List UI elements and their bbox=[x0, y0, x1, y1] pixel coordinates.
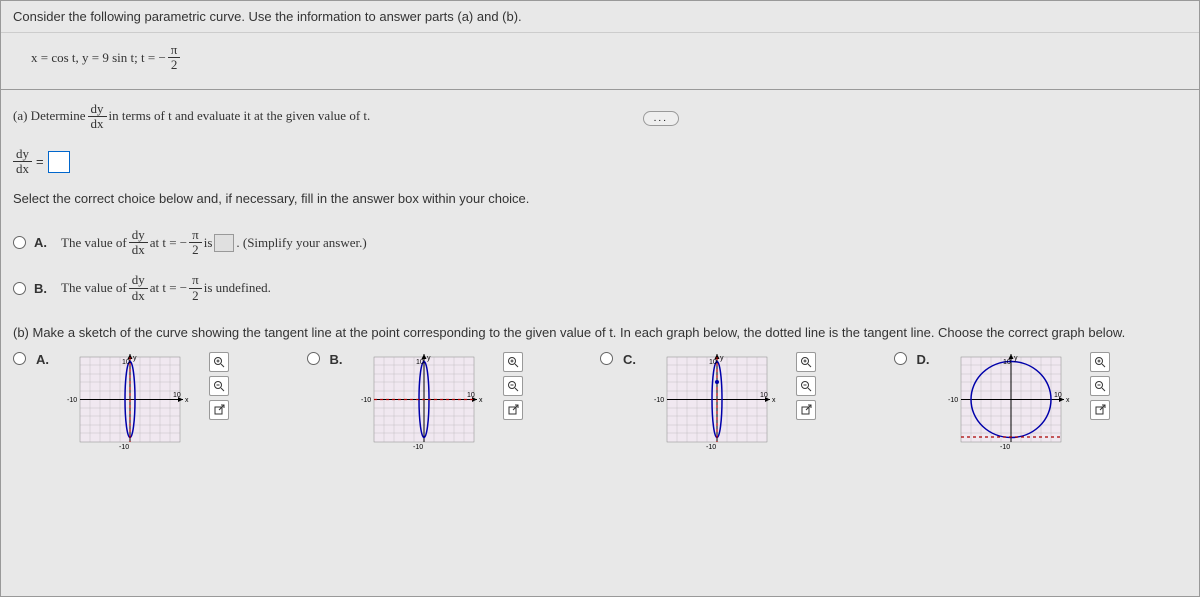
equation-block: x = cos t, y = 9 sin t; t = − π 2 bbox=[1, 33, 1199, 90]
answer-input-main[interactable] bbox=[48, 151, 70, 173]
choice-a-letter: A. bbox=[34, 235, 47, 250]
svg-text:x: x bbox=[1066, 397, 1070, 404]
svg-text:10: 10 bbox=[709, 359, 717, 366]
problem-prompt: Consider the following parametric curve.… bbox=[1, 1, 1199, 33]
ellipsis-button[interactable]: ... bbox=[643, 111, 679, 126]
dy-dx-fraction-2: dy dx bbox=[13, 147, 32, 177]
zoom-in-b[interactable] bbox=[503, 352, 523, 372]
popout-b[interactable] bbox=[503, 400, 523, 420]
choice-b-before: The value of bbox=[61, 280, 127, 296]
graph-d-plot: y x 10 -10 -10 10 bbox=[946, 352, 1076, 452]
radio-graph-b[interactable] bbox=[307, 352, 320, 365]
svg-text:10: 10 bbox=[122, 359, 130, 366]
svg-text:y: y bbox=[427, 355, 431, 362]
zoom-out-a[interactable] bbox=[209, 376, 229, 396]
svg-text:x: x bbox=[185, 397, 189, 404]
graph-d-letter: D. bbox=[917, 352, 930, 367]
radio-graph-a[interactable] bbox=[13, 352, 26, 365]
choice-b-dydx: dy dx bbox=[129, 273, 148, 303]
zoom-out-c[interactable] bbox=[796, 376, 816, 396]
part-a-tail: in terms of t and evaluate it at the giv… bbox=[109, 108, 371, 124]
fraction-pi-over-2: π 2 bbox=[168, 43, 181, 73]
choice-a-dydx: dy dx bbox=[129, 228, 148, 258]
svg-text:-10: -10 bbox=[1000, 444, 1010, 451]
zoom-out-d[interactable] bbox=[1090, 376, 1110, 396]
zoom-in-a[interactable] bbox=[209, 352, 229, 372]
svg-text:-10: -10 bbox=[361, 397, 371, 404]
zoom-in-d[interactable] bbox=[1090, 352, 1110, 372]
graph-option-c: C. y x 10 -10 -10 bbox=[600, 352, 894, 452]
graph-c-plot: y x 10 -10 -10 10 bbox=[652, 352, 782, 452]
radio-choice-a[interactable] bbox=[13, 236, 26, 249]
radio-graph-d[interactable] bbox=[894, 352, 907, 365]
svg-text:10: 10 bbox=[760, 392, 768, 399]
part-a-label: (a) Determine bbox=[13, 108, 86, 124]
graph-option-b: B. y x 10 -10 -10 10 bbox=[307, 352, 601, 452]
graph-a-letter: A. bbox=[36, 352, 49, 367]
svg-text:-10: -10 bbox=[948, 397, 958, 404]
graph-b-letter: B. bbox=[330, 352, 343, 367]
equation-prefix: x = cos t, y = 9 sin t; t = − bbox=[31, 50, 166, 66]
choices: A. The value of dy dx at t = − π 2 is . … bbox=[1, 216, 1199, 315]
choice-a-mid1: at t = − bbox=[150, 235, 187, 251]
svg-text:-10: -10 bbox=[706, 444, 716, 451]
choice-a-row: A. The value of dy dx at t = − π 2 is . … bbox=[13, 220, 1187, 266]
answer-input-choice-a[interactable] bbox=[214, 234, 234, 252]
svg-text:-10: -10 bbox=[654, 397, 664, 404]
radio-graph-c[interactable] bbox=[600, 352, 613, 365]
prompt-text: Consider the following parametric curve.… bbox=[13, 9, 522, 24]
svg-text:-10: -10 bbox=[119, 444, 129, 451]
choice-a-pi2: π 2 bbox=[189, 228, 202, 258]
graph-c-letter: C. bbox=[623, 352, 636, 367]
svg-text:10: 10 bbox=[1003, 359, 1011, 366]
equals-sign: = bbox=[36, 154, 44, 169]
svg-text:-10: -10 bbox=[67, 397, 77, 404]
radio-choice-b[interactable] bbox=[13, 282, 26, 295]
popout-c[interactable] bbox=[796, 400, 816, 420]
svg-text:10: 10 bbox=[467, 392, 475, 399]
svg-text:y: y bbox=[133, 355, 137, 362]
choice-a-mid2: is bbox=[204, 235, 213, 251]
graph-a-plot: y x 10 -10 -10 10 bbox=[65, 352, 195, 452]
svg-text:10: 10 bbox=[173, 392, 181, 399]
svg-text:x: x bbox=[479, 397, 483, 404]
choice-b-letter: B. bbox=[34, 281, 47, 296]
part-a: (a) Determine dy dx in terms of t and ev… bbox=[1, 90, 1199, 140]
zoom-out-b[interactable] bbox=[503, 376, 523, 396]
choice-b-after: is undefined. bbox=[204, 280, 271, 296]
svg-text:-10: -10 bbox=[413, 444, 423, 451]
svg-text:10: 10 bbox=[416, 359, 424, 366]
dy-dx-equation-row: dy dx = bbox=[1, 139, 1199, 185]
choice-a-after: . (Simplify your answer.) bbox=[236, 235, 366, 251]
popout-d[interactable] bbox=[1090, 400, 1110, 420]
graph-b-plot: y x 10 -10 -10 10 bbox=[359, 352, 489, 452]
graph-option-d: D. y x 10 -10 -10 10 bbox=[894, 352, 1188, 452]
select-instruction: Select the correct choice below and, if … bbox=[1, 185, 1199, 216]
choice-b-pi2: π 2 bbox=[189, 273, 202, 303]
choice-a-before: The value of bbox=[61, 235, 127, 251]
choice-b-mid1: at t = − bbox=[150, 280, 187, 296]
ellipsis-label: ... bbox=[654, 113, 668, 124]
graphs-row: A. y x 10 -10 -10 10 bbox=[1, 346, 1199, 458]
svg-text:10: 10 bbox=[1054, 392, 1062, 399]
popout-a[interactable] bbox=[209, 400, 229, 420]
svg-text:x: x bbox=[772, 397, 776, 404]
graph-option-a: A. y x 10 -10 -10 10 bbox=[13, 352, 307, 452]
choice-b-row: B. The value of dy dx at t = − π 2 is un… bbox=[13, 265, 1187, 311]
svg-text:y: y bbox=[720, 355, 724, 362]
svg-text:y: y bbox=[1014, 355, 1018, 362]
part-b: (b) Make a sketch of the curve showing t… bbox=[1, 315, 1199, 346]
zoom-in-c[interactable] bbox=[796, 352, 816, 372]
dy-dx-fraction: dy dx bbox=[88, 102, 107, 132]
